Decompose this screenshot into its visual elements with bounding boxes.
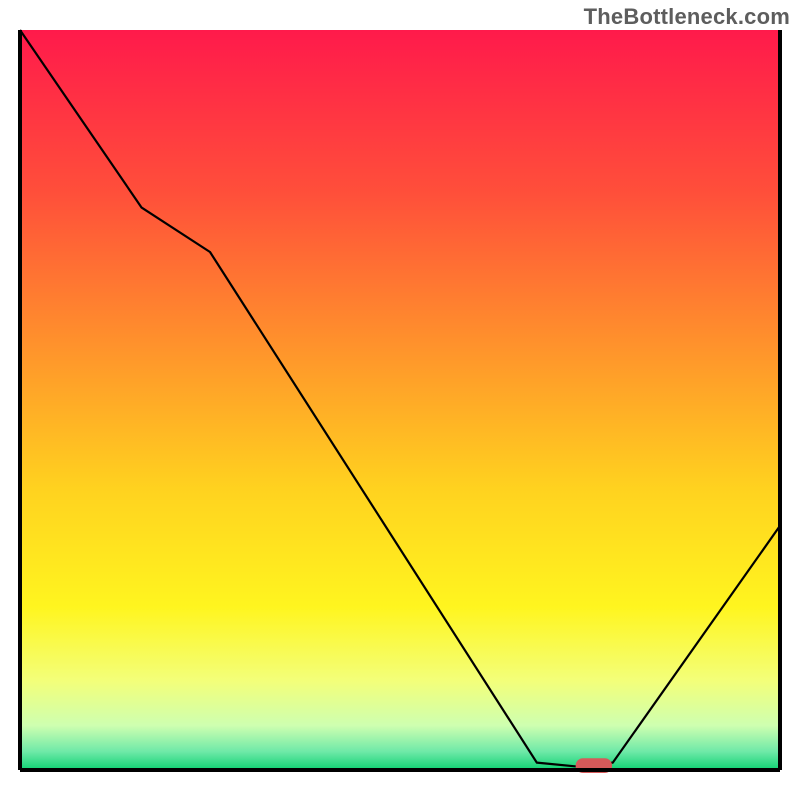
gradient-background (20, 30, 780, 770)
chart-container: TheBottleneck.com (0, 0, 800, 800)
bottleneck-chart (0, 0, 800, 800)
